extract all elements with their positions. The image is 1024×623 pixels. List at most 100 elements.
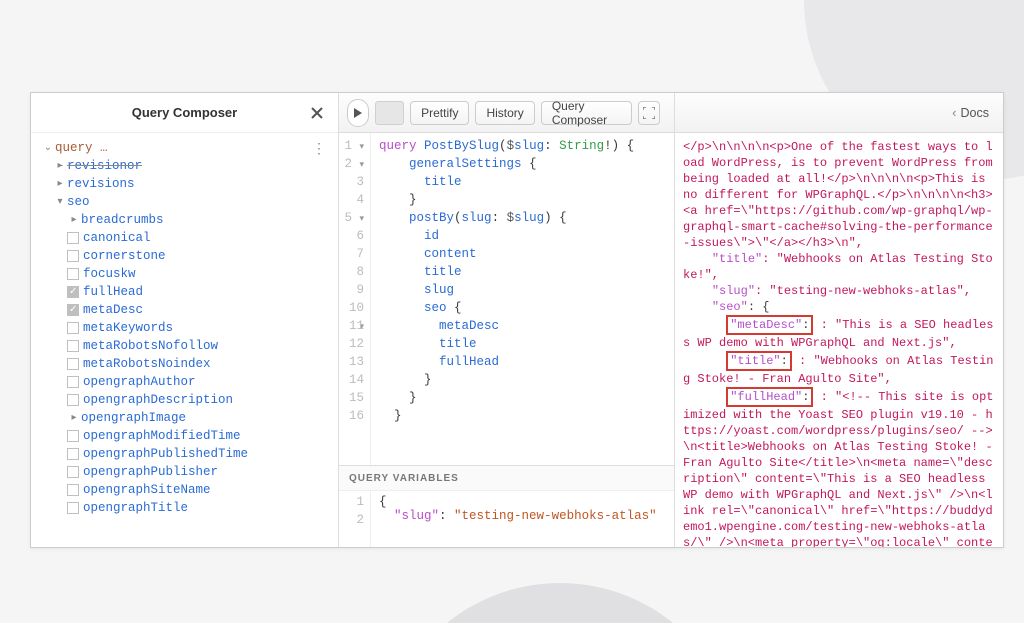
tree-item-revisionor[interactable]: ▸revisionor bbox=[37, 157, 334, 175]
tree-item-metaRobotsNoindex[interactable]: metaRobotsNoindex bbox=[37, 355, 334, 373]
checkbox-icon[interactable] bbox=[67, 232, 79, 244]
response-body[interactable]: </p>\n\n\n\n<p>One of the fastest ways t… bbox=[675, 133, 1003, 547]
tree-item-focuskw[interactable]: focuskw bbox=[37, 265, 334, 283]
response-key: "slug" bbox=[712, 284, 755, 298]
response-text: </p>\n\n\n\n<p>One of the fastest ways t… bbox=[683, 140, 993, 250]
editor-toolbar: Prettify History Query Composer bbox=[339, 93, 674, 133]
checkbox-icon[interactable] bbox=[67, 304, 79, 316]
tree-item-cornerstone[interactable]: cornerstone bbox=[37, 247, 334, 265]
tree-item-breadcrumbs[interactable]: ▸breadcrumbs bbox=[37, 211, 334, 229]
tree-root-query[interactable]: ⌄ query … ⋮ bbox=[37, 139, 334, 157]
tree-item-label: opengraphDescription bbox=[83, 393, 233, 407]
checkbox-icon[interactable] bbox=[67, 358, 79, 370]
checkbox-icon[interactable] bbox=[67, 448, 79, 460]
tree-item-opengraphImage[interactable]: ▸opengraphImage bbox=[37, 409, 334, 427]
tree-item-opengraphSiteName[interactable]: opengraphSiteName bbox=[37, 481, 334, 499]
play-icon bbox=[353, 108, 363, 118]
tree-item-label: opengraphTitle bbox=[83, 501, 188, 515]
checkbox-icon[interactable] bbox=[67, 376, 79, 388]
checkbox-icon[interactable] bbox=[67, 250, 79, 262]
query-variables-header[interactable]: QUERY VARIABLES bbox=[339, 465, 674, 491]
tree-item-metaDesc[interactable]: metaDesc bbox=[37, 301, 334, 319]
checkbox-icon[interactable] bbox=[67, 286, 79, 298]
tree-root-label: query … bbox=[55, 141, 108, 155]
stage: Query Composer ⌄ query … ⋮ ▸revisionor▸r… bbox=[0, 0, 1024, 623]
tree-item-label: opengraphPublishedTime bbox=[83, 447, 248, 461]
highlight-metaDesc: "metaDesc": bbox=[726, 315, 813, 335]
editor-code[interactable]: query PostBySlug($slug: String!) { gener… bbox=[371, 133, 674, 465]
tree-item-label: opengraphPublisher bbox=[83, 465, 218, 479]
tree-menu-button[interactable]: ⋮ bbox=[312, 141, 326, 158]
checkbox-icon[interactable] bbox=[67, 394, 79, 406]
chevron-down-icon: ⌄ bbox=[41, 142, 55, 154]
checkbox-icon[interactable] bbox=[67, 484, 79, 496]
tree-item-seo[interactable]: ▾seo bbox=[37, 193, 334, 211]
prettify-button[interactable]: Prettify bbox=[410, 101, 469, 125]
tree-item-opengraphPublishedTime[interactable]: opengraphPublishedTime bbox=[37, 445, 334, 463]
query-composer-panel: Query Composer ⌄ query … ⋮ ▸revisionor▸r… bbox=[31, 93, 339, 547]
checkbox-icon[interactable] bbox=[67, 502, 79, 514]
tree-item-label: metaKeywords bbox=[83, 321, 173, 335]
query-composer-body[interactable]: ⌄ query … ⋮ ▸revisionor▸revisions▾seo▸br… bbox=[31, 133, 338, 547]
chevron-right-icon: ▸ bbox=[53, 160, 67, 172]
operation-name-field[interactable] bbox=[375, 101, 404, 125]
checkbox-icon[interactable] bbox=[67, 430, 79, 442]
tree-item-label: opengraphModifiedTime bbox=[83, 429, 241, 443]
checkbox-icon[interactable] bbox=[67, 322, 79, 334]
chevron-left-icon: ‹ bbox=[952, 105, 956, 120]
fullscreen-button[interactable] bbox=[638, 101, 660, 125]
tree-item-metaRobotsNofollow[interactable]: metaRobotsNofollow bbox=[37, 337, 334, 355]
checkbox-icon[interactable] bbox=[67, 340, 79, 352]
editor-gutter: 1 ▾2 ▾345 ▾678910 ▾111213141516 bbox=[339, 133, 371, 465]
response-panel: ‹ Docs </p>\n\n\n\n<p>One of the fastest… bbox=[675, 93, 1003, 547]
tree-item-opengraphAuthor[interactable]: opengraphAuthor bbox=[37, 373, 334, 391]
tree-item-opengraphModifiedTime[interactable]: opengraphModifiedTime bbox=[37, 427, 334, 445]
tree-item-label: opengraphSiteName bbox=[83, 483, 211, 497]
tree-item-label: opengraphImage bbox=[81, 411, 186, 425]
tree-item-opengraphDescription[interactable]: opengraphDescription bbox=[37, 391, 334, 409]
query-editor[interactable]: 1 ▾2 ▾345 ▾678910 ▾111213141516 query Po… bbox=[339, 133, 674, 465]
response-toolbar: ‹ Docs bbox=[675, 93, 1003, 133]
tree-item-label: metaDesc bbox=[83, 303, 143, 317]
query-composer-header: Query Composer bbox=[31, 93, 338, 133]
decorative-circle bbox=[380, 583, 740, 623]
tree-item-metaKeywords[interactable]: metaKeywords bbox=[37, 319, 334, 337]
checkbox-icon[interactable] bbox=[67, 466, 79, 478]
tree-item-label: seo bbox=[67, 195, 90, 209]
execute-query-button[interactable] bbox=[347, 99, 369, 127]
highlight-title: "title": bbox=[726, 351, 792, 371]
query-variables-editor[interactable]: 12 { "slug": "testing-new-webhoks-atlas" bbox=[339, 491, 674, 547]
close-icon bbox=[309, 105, 325, 121]
query-composer-toggle-button[interactable]: Query Composer bbox=[541, 101, 632, 125]
tree-item-label: fullHead bbox=[83, 285, 143, 299]
chevron-down-icon: ▾ bbox=[53, 196, 67, 208]
tree-item-label: focuskw bbox=[83, 267, 136, 281]
response-key: "title" bbox=[712, 252, 762, 266]
highlight-fullHead: "fullHead": bbox=[726, 387, 813, 407]
tree-item-label: revisions bbox=[67, 177, 135, 191]
tree-item-canonical[interactable]: canonical bbox=[37, 229, 334, 247]
tree-item-revisions[interactable]: ▸revisions bbox=[37, 175, 334, 193]
tree-item-opengraphPublisher[interactable]: opengraphPublisher bbox=[37, 463, 334, 481]
tree-item-label: metaRobotsNoindex bbox=[83, 357, 211, 371]
close-composer-button[interactable] bbox=[306, 102, 328, 124]
chevron-right-icon: ▸ bbox=[53, 178, 67, 190]
tree-item-label: breadcrumbs bbox=[81, 213, 164, 227]
tree-item-label: metaRobotsNofollow bbox=[83, 339, 218, 353]
docs-label: Docs bbox=[961, 106, 989, 120]
editor-panel: Prettify History Query Composer 1 ▾2 ▾34… bbox=[339, 93, 675, 547]
tree-item-opengraphTitle[interactable]: opengraphTitle bbox=[37, 499, 334, 517]
qv-gutter: 12 bbox=[339, 491, 371, 547]
history-button[interactable]: History bbox=[475, 101, 534, 125]
tree-item-fullHead[interactable]: fullHead bbox=[37, 283, 334, 301]
tree-item-label: cornerstone bbox=[83, 249, 166, 263]
qv-code[interactable]: { "slug": "testing-new-webhoks-atlas" bbox=[371, 491, 674, 547]
tree-item-label: revisionor bbox=[67, 159, 142, 173]
tree-item-label: canonical bbox=[83, 231, 151, 245]
chevron-right-icon: ▸ bbox=[67, 214, 81, 226]
graphiql-window: Query Composer ⌄ query … ⋮ ▸revisionor▸r… bbox=[30, 92, 1004, 548]
docs-button[interactable]: ‹ Docs bbox=[946, 105, 995, 120]
checkbox-icon[interactable] bbox=[67, 268, 79, 280]
query-composer-title: Query Composer bbox=[132, 105, 237, 120]
chevron-right-icon: ▸ bbox=[67, 412, 81, 424]
